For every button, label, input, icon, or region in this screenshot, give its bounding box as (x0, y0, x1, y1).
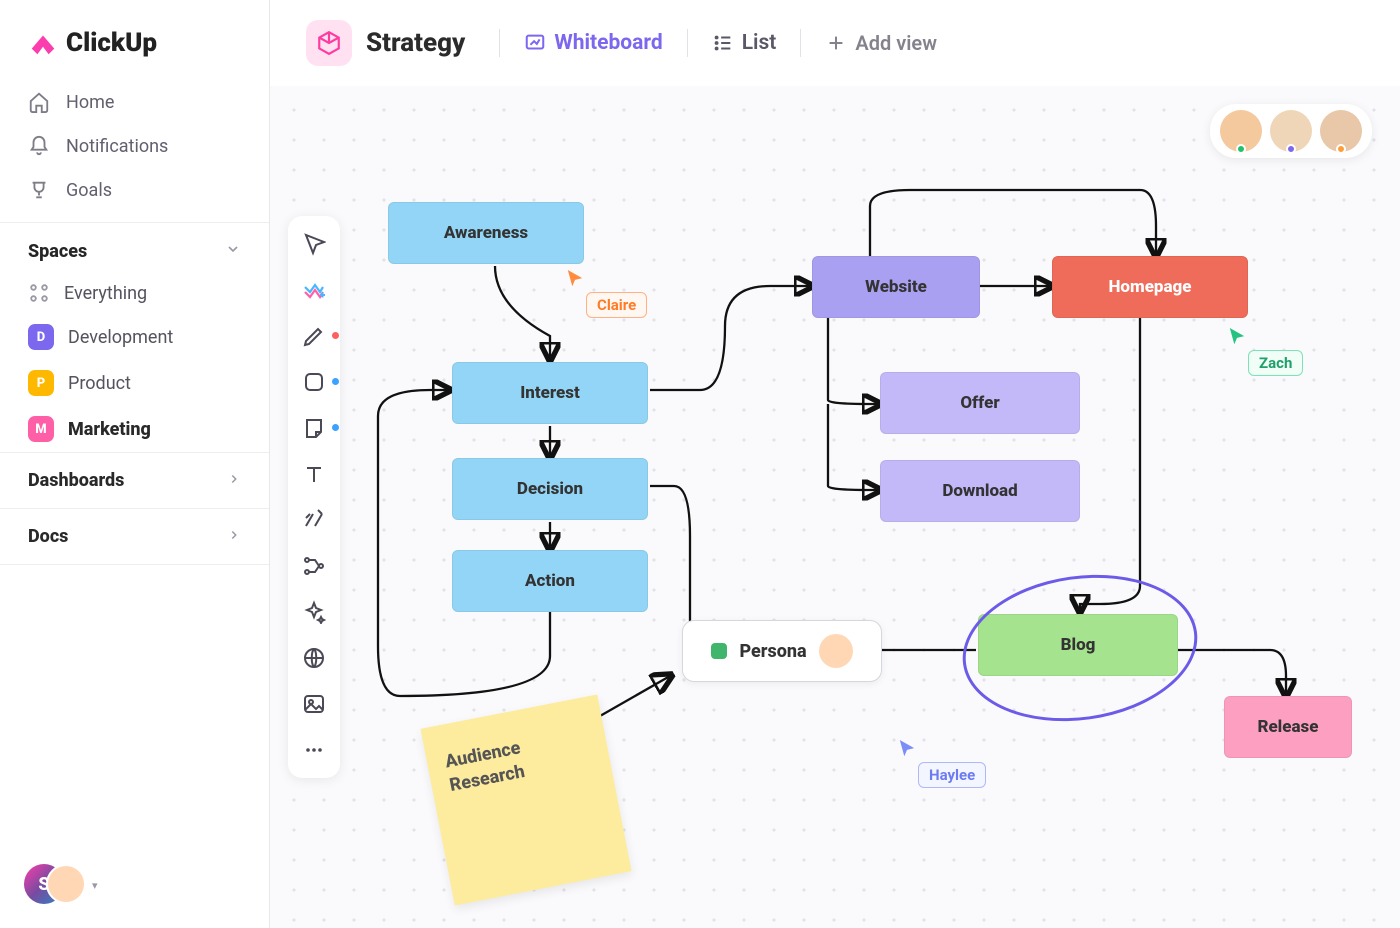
view-header: Strategy Whiteboard List Add view (270, 0, 1400, 86)
home-icon (28, 91, 50, 113)
nav-label: Notifications (66, 136, 168, 157)
node-action[interactable]: Action (452, 550, 648, 612)
nav-goals[interactable]: Goals (0, 168, 269, 212)
space-label: Everything (64, 283, 147, 304)
space-marketing[interactable]: M Marketing (0, 406, 269, 452)
bell-icon (28, 135, 50, 157)
chevron-right-icon (227, 526, 241, 547)
cursor-haylee: Haylee (898, 738, 986, 788)
space-badge: P (28, 370, 54, 396)
status-square-icon (711, 643, 727, 659)
space-everything[interactable]: Everything (0, 272, 269, 314)
tab-list[interactable]: List (708, 25, 781, 61)
node-homepage[interactable]: Homepage (1052, 256, 1248, 318)
section-docs[interactable]: Docs (0, 508, 269, 565)
strategy-icon (306, 20, 352, 66)
node-awareness[interactable]: Awareness (388, 202, 584, 264)
user-avatars: S (24, 864, 80, 906)
tool-more[interactable] (302, 738, 326, 762)
clickup-logo-icon (28, 28, 58, 58)
user-menu[interactable]: S ▾ (0, 842, 269, 928)
space-badge: M (28, 416, 54, 442)
node-decision[interactable]: Decision (452, 458, 648, 520)
avatar (46, 864, 86, 904)
node-offer[interactable]: Offer (880, 372, 1080, 434)
caret-down-icon: ▾ (92, 879, 98, 892)
tool-embed[interactable] (302, 646, 326, 670)
whiteboard-icon (524, 32, 546, 54)
node-blog[interactable]: Blog (978, 614, 1178, 676)
presence-avatar[interactable] (1320, 110, 1362, 152)
tool-task[interactable] (302, 278, 326, 302)
sidebar: ClickUp Home Notifications Goals Spaces … (0, 0, 270, 928)
nav-home[interactable]: Home (0, 80, 269, 124)
nav-label: Home (66, 92, 114, 113)
space-label: Product (68, 373, 131, 394)
cursor-icon (566, 268, 584, 290)
nav-label: Goals (66, 180, 112, 201)
trophy-icon (28, 179, 50, 201)
plus-icon (825, 32, 847, 54)
tool-select[interactable] (302, 232, 326, 256)
section-dashboards[interactable]: Dashboards (0, 452, 269, 508)
chevron-right-icon (227, 470, 241, 491)
app-logo[interactable]: ClickUp (0, 20, 269, 80)
tool-note[interactable] (302, 416, 326, 440)
presence-bar[interactable] (1210, 104, 1372, 158)
spaces-header[interactable]: Spaces (0, 222, 269, 272)
add-view-button[interactable]: Add view (821, 25, 941, 61)
tool-ai[interactable] (302, 600, 326, 624)
cursor-zach: Zach (1228, 326, 1303, 376)
chevron-down-icon (225, 241, 241, 262)
page-title: Strategy (366, 28, 465, 58)
cursor-icon (898, 738, 916, 760)
tool-connector[interactable] (302, 508, 326, 532)
list-icon (712, 32, 734, 54)
space-product[interactable]: P Product (0, 360, 269, 406)
presence-avatar[interactable] (1270, 110, 1312, 152)
whiteboard-toolbar (288, 216, 340, 778)
node-website[interactable]: Website (812, 256, 980, 318)
space-label: Marketing (68, 419, 151, 440)
node-interest[interactable]: Interest (452, 362, 648, 424)
cursor-icon (1228, 326, 1246, 348)
tool-image[interactable] (302, 692, 326, 716)
tool-text[interactable] (302, 462, 326, 486)
tab-whiteboard[interactable]: Whiteboard (520, 25, 666, 61)
cursor-claire: Claire (566, 268, 647, 318)
nav-notifications[interactable]: Notifications (0, 124, 269, 168)
everything-icon (28, 282, 50, 304)
avatar (819, 634, 853, 668)
space-development[interactable]: D Development (0, 314, 269, 360)
space-label: Development (68, 327, 173, 348)
tool-relationship[interactable] (302, 554, 326, 578)
presence-avatar[interactable] (1220, 110, 1262, 152)
tool-pen[interactable] (302, 324, 326, 348)
sticky-note[interactable]: Audience Research (420, 694, 631, 905)
app-name: ClickUp (66, 28, 157, 58)
tool-shape[interactable] (302, 370, 326, 394)
space-badge: D (28, 324, 54, 350)
whiteboard-canvas[interactable]: Awareness Interest Decision Action Websi… (270, 86, 1400, 928)
node-download[interactable]: Download (880, 460, 1080, 522)
node-persona[interactable]: Persona (682, 620, 882, 682)
node-release[interactable]: Release (1224, 696, 1352, 758)
